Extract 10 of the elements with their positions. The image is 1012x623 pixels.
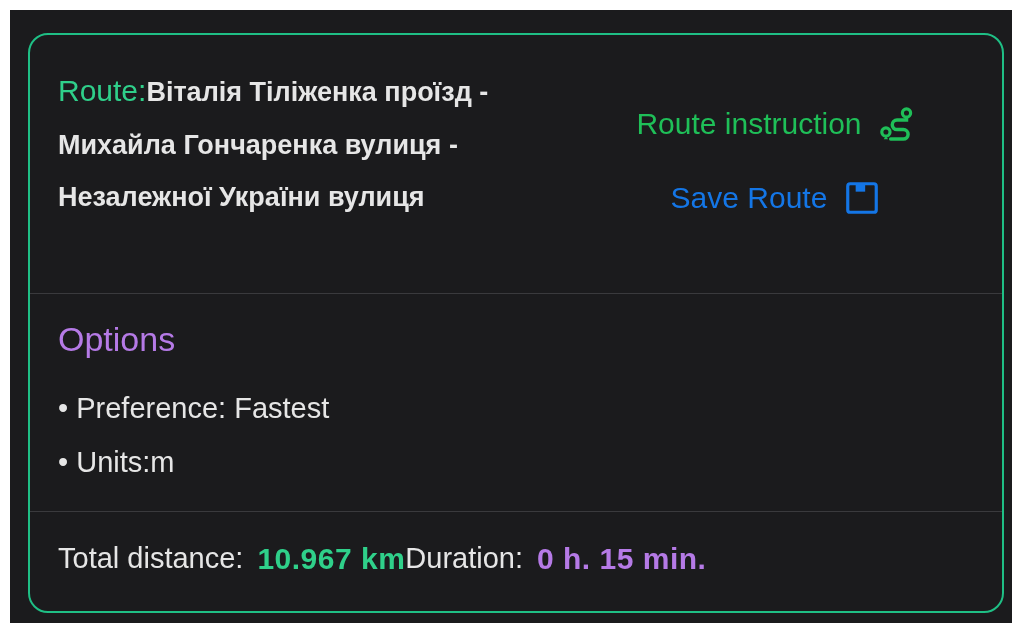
distance-value: 10.967 km — [257, 541, 406, 576]
distance-label: Total distance: — [58, 542, 244, 575]
duration-value: 0 h. 15 min. — [537, 541, 707, 576]
options-heading: Options — [58, 320, 177, 359]
option-item: • Preference: Fastest — [58, 391, 331, 426]
route-text: Route:Віталія Тіліженка проїзд - Михайла Гончаренка вулиця - Незалежної України вулиця — [58, 73, 490, 214]
route-instruction-link[interactable]: Route instruction — [636, 105, 916, 143]
save-route-link[interactable]: Save Route — [670, 179, 882, 217]
option-item: • Units:m — [58, 445, 176, 480]
duration-label: Duration: — [405, 542, 523, 575]
